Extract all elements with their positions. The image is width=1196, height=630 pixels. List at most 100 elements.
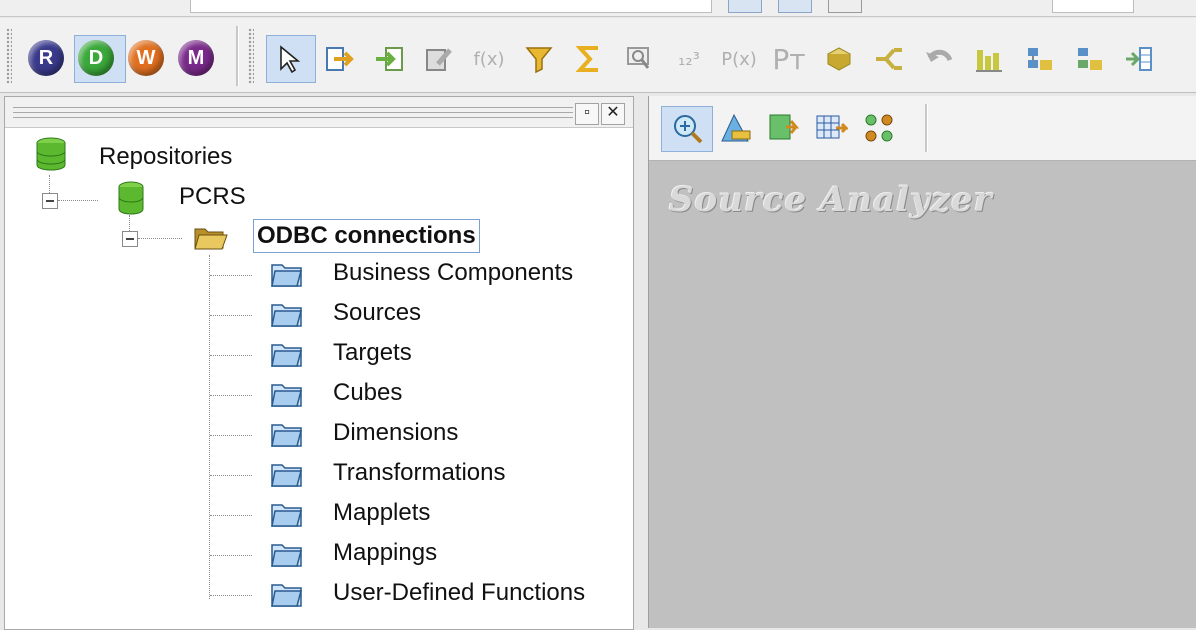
header-grip-line <box>13 117 573 118</box>
toolbar-grip[interactable] <box>6 28 12 84</box>
main-toolbar: RDWM f(x) ₁₂³ P(x) Pᴛ <box>0 18 1196 93</box>
top-view-button-3[interactable] <box>828 0 862 13</box>
tree-connector <box>210 595 252 596</box>
tree-connector <box>58 200 98 201</box>
lookup-icon <box>624 44 654 74</box>
tree-node-odbc-connections[interactable]: ODBC connections <box>253 219 480 253</box>
tree-connector <box>210 555 252 556</box>
tree-node-dimensions[interactable]: Dimensions <box>333 419 458 447</box>
folder-icon <box>271 424 302 447</box>
folder-icon <box>271 304 302 327</box>
header-grip-line <box>13 107 573 108</box>
top-view-button-1[interactable] <box>728 0 762 13</box>
tree-connector <box>210 315 252 316</box>
sequence-tool[interactable]: ₁₂³ <box>670 40 708 78</box>
tree-connector <box>210 275 252 276</box>
tree-connector <box>49 175 50 195</box>
top-combo-box[interactable] <box>190 0 712 13</box>
export-tool[interactable] <box>320 40 358 78</box>
designer-button[interactable]: D <box>78 40 114 76</box>
repository-manager-button[interactable]: R <box>28 40 64 76</box>
tree-node-pcrs[interactable]: PCRS <box>179 183 246 211</box>
parameter-transform-tool[interactable]: Pᴛ <box>770 40 808 78</box>
tree-node-mapplets[interactable]: Mapplets <box>333 499 430 527</box>
rank-icon <box>1024 44 1054 74</box>
navigator-pane: ▫ ✕ Repositories PCRS ODBC connections B… <box>4 96 634 630</box>
tree-connector <box>210 475 252 476</box>
workspace-pane: Source Analyzer <box>648 96 1196 628</box>
folder-icon <box>271 584 302 607</box>
monitor-button[interactable]: M <box>178 40 214 76</box>
tree-node-sources[interactable]: Sources <box>333 299 421 327</box>
union-icon <box>1124 44 1154 74</box>
transformation-developer-icon[interactable] <box>763 108 803 148</box>
lookup-tool[interactable] <box>620 40 658 78</box>
collapse-pcrs-button[interactable] <box>42 193 58 209</box>
tree-node-transformations[interactable]: Transformations <box>333 459 506 487</box>
edit-icon <box>424 44 454 74</box>
export-icon <box>324 44 354 74</box>
tree-node-cubes[interactable]: Cubes <box>333 379 402 407</box>
sum-tool[interactable] <box>570 40 608 78</box>
tree-connector <box>210 355 252 356</box>
rank-tool[interactable] <box>1020 40 1058 78</box>
sorter-icon <box>1074 44 1104 74</box>
folder-icon <box>271 504 302 527</box>
tree-connector <box>138 238 182 239</box>
tree-node-mappings[interactable]: Mappings <box>333 539 437 567</box>
filter-tool[interactable] <box>520 40 558 78</box>
tree-node-targets[interactable]: Targets <box>333 339 412 367</box>
union-tool[interactable] <box>1120 40 1158 78</box>
parameter-tool[interactable]: P(x) <box>720 40 758 78</box>
tree-node-business-components[interactable]: Business Components <box>333 259 573 287</box>
pcrs-database-icon <box>118 181 144 215</box>
workflow-manager-button[interactable]: W <box>128 40 164 76</box>
tool-selector-toolbar <box>649 96 1196 161</box>
sorter-tool[interactable] <box>1070 40 1108 78</box>
joiner-tool[interactable] <box>820 40 858 78</box>
folder-icon <box>271 344 302 367</box>
import-tool[interactable] <box>370 40 408 78</box>
function-icon: f(x) <box>473 48 505 70</box>
collapse-odbc-button[interactable] <box>122 231 138 247</box>
folder-icon <box>271 544 302 567</box>
repositories-database-icon <box>36 137 66 171</box>
joiner-icon <box>824 44 854 74</box>
mapplet-designer-icon[interactable] <box>811 108 851 148</box>
sequence-icon: ₁₂³ <box>678 48 700 70</box>
top-zoom-field[interactable] <box>1052 0 1134 13</box>
close-pane-button[interactable]: ✕ <box>601 103 625 125</box>
workspace-title: Source Analyzer <box>669 180 993 220</box>
top-toolbar-strip <box>0 0 1196 17</box>
pointer-tool[interactable] <box>270 40 308 78</box>
target-designer-icon[interactable] <box>715 108 755 148</box>
header-grip-line <box>13 112 573 113</box>
top-view-button-2[interactable] <box>778 0 812 13</box>
edit-tool[interactable] <box>420 40 458 78</box>
filter-icon <box>524 44 554 74</box>
import-icon <box>374 44 404 74</box>
tree-node-user-defined-functions[interactable]: User-Defined Functions <box>333 579 585 607</box>
function-tool[interactable]: f(x) <box>470 40 508 78</box>
transform-icon: Pᴛ <box>772 42 806 76</box>
parameter-icon: P(x) <box>721 48 757 70</box>
toolbar-grip-2[interactable] <box>248 28 254 84</box>
folder-icon <box>271 384 302 407</box>
folder-icon <box>271 264 302 287</box>
aggregator-tool[interactable] <box>970 40 1008 78</box>
undo-tool[interactable] <box>920 40 958 78</box>
sigma-icon <box>574 44 604 74</box>
navigator-header: ▫ ✕ <box>5 97 633 128</box>
restore-pane-button[interactable]: ▫ <box>575 103 599 125</box>
router-tool[interactable] <box>870 40 908 78</box>
folder-icon <box>271 464 302 487</box>
arrow-pointer-icon <box>276 44 302 74</box>
tree-connector <box>210 395 252 396</box>
mapping-designer-icon[interactable] <box>859 108 899 148</box>
source-analyzer-icon[interactable] <box>667 108 707 148</box>
tree-connector <box>210 435 252 436</box>
router-icon <box>874 44 904 74</box>
open-folder-icon <box>194 228 228 250</box>
tree-node-repositories[interactable]: Repositories <box>99 143 232 171</box>
tree-trunk-connector <box>209 255 210 599</box>
